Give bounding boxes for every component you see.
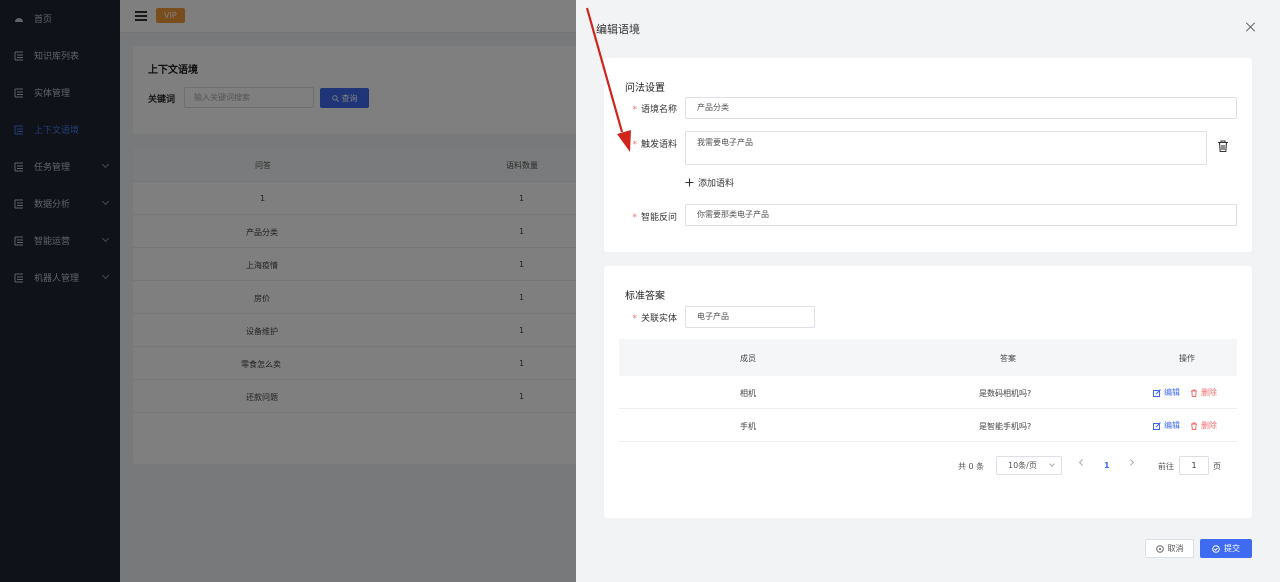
check-icon [1212, 544, 1220, 553]
related-entity-label: * 关联实体 [632, 314, 677, 324]
edit-button[interactable]: 编辑 [1153, 387, 1180, 398]
trigger-corpus-textarea[interactable]: 我需要电子产品 [685, 131, 1207, 165]
context-name-label: * 语境名称 [632, 105, 677, 115]
add-corpus-button[interactable]: 添加语料 [685, 176, 734, 189]
goto-page-input[interactable]: 1 [1179, 456, 1209, 475]
page-unit-label: 页 [1213, 462, 1221, 471]
smart-reply-input[interactable]: 你需要那类电子产品 [685, 204, 1237, 226]
delete-button[interactable]: 删除 [1190, 387, 1217, 398]
cell-member: 相机 [740, 389, 756, 398]
smart-reply-label: * 智能反问 [632, 213, 677, 223]
column-header-answer: 答案 [1000, 354, 1016, 363]
edit-icon [1153, 421, 1161, 430]
pagination-total: 共 0 条 [958, 462, 985, 471]
prev-page-icon[interactable] [1078, 458, 1087, 467]
cancel-icon [1155, 544, 1164, 553]
cell-answer: 是数码相机吗? [979, 389, 1032, 398]
table-row: 相机 是数码相机吗? 编辑 删除 [619, 376, 1237, 409]
cell-member: 手机 [740, 422, 756, 431]
delete-button[interactable]: 删除 [1190, 420, 1217, 431]
question-settings-panel: 问法设置 * 语境名称 产品分类 * 触发语料 我需要电子产品 添加语料 * 智能反问… [604, 58, 1252, 252]
table-header: 成员 答案 操作 [619, 339, 1237, 376]
context-name-input[interactable]: 产品分类 [685, 97, 1237, 119]
trash-icon [1191, 389, 1197, 397]
trigger-corpus-label: * 触发语料 [632, 140, 677, 150]
standard-answer-panel: 标准答案 * 关联实体 电子产品 成员 答案 操作 相机 是数码相机吗? 编辑 删… [604, 266, 1252, 518]
table-row: 手机 是智能手机吗? 编辑 删除 [619, 409, 1237, 442]
related-entity-input[interactable]: 电子产品 [685, 306, 815, 328]
edit-context-drawer: 编辑语境 问法设置 * 语境名称 产品分类 * 触发语料 我需要电子产品 添加语料 … [576, 0, 1280, 582]
plus-icon [685, 178, 694, 187]
submit-button[interactable]: 提交 [1200, 539, 1252, 558]
trash-icon[interactable] [1216, 139, 1230, 153]
trash-icon [1191, 422, 1197, 430]
edit-button[interactable]: 编辑 [1153, 420, 1180, 431]
add-corpus-label: 添加语料 [698, 179, 735, 189]
current-page[interactable]: 1 [1104, 461, 1110, 470]
cell-answer: 是智能手机吗? [979, 422, 1032, 431]
edit-icon [1153, 388, 1161, 397]
cancel-button[interactable]: 取消 [1145, 539, 1194, 558]
close-icon[interactable] [1246, 22, 1256, 32]
section-title: 标准答案 [625, 291, 665, 302]
chevron-down-icon [1049, 461, 1055, 467]
next-page-icon[interactable] [1126, 458, 1135, 467]
column-header-actions: 操作 [1179, 354, 1195, 363]
section-title: 问法设置 [625, 83, 665, 94]
column-header-member: 成员 [740, 354, 756, 363]
goto-label: 前往 [1158, 462, 1174, 471]
page-size-select[interactable]: 10条/页 [996, 456, 1062, 475]
drawer-title: 编辑语境 [596, 23, 640, 36]
